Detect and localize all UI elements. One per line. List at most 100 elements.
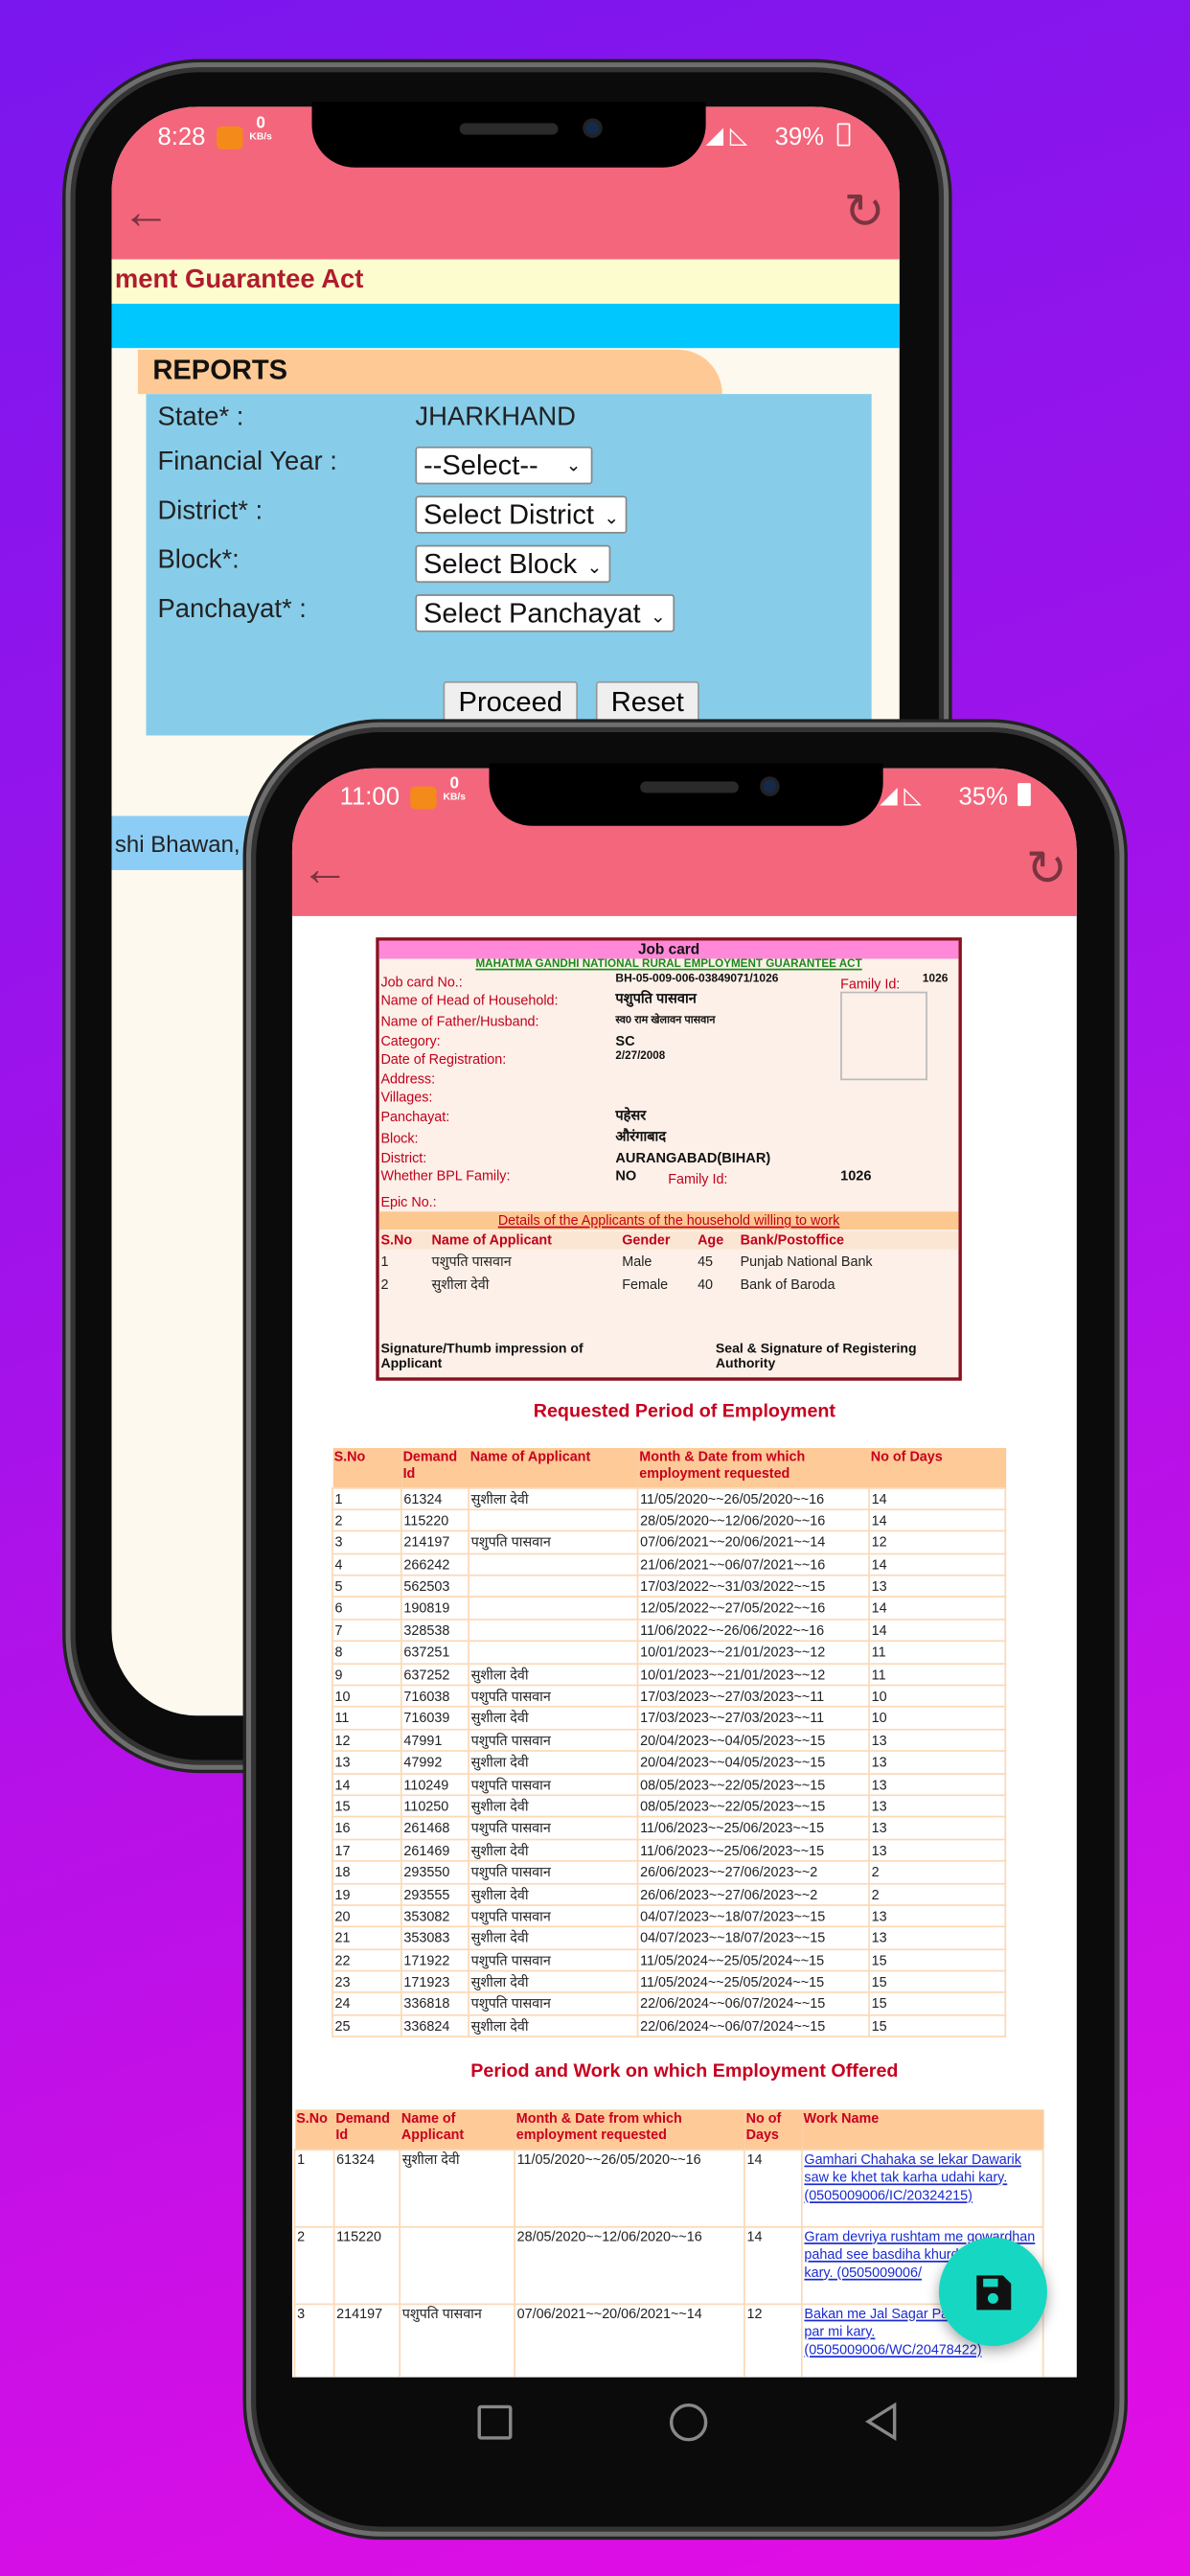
jc-value: 1026 [922,973,949,985]
table-cell: पशुपति पासवान [399,2302,515,2378]
nav-home-button[interactable] [669,2403,708,2442]
back-arrow-icon[interactable]: ← [300,844,349,894]
nav-recents-button[interactable] [477,2404,513,2440]
table-cell: सुशीला देवी [399,2148,515,2227]
table-cell: पशुपति पासवान [468,1947,639,1972]
table-cell: 13 [868,1750,1007,1775]
table-cell: 26/06/2023~~27/06/2023~~2 [636,1882,870,1906]
table-row: 3 214197 पशुपति पासवान 07/06/2021~~20/06/20… [332,1530,1007,1554]
table-cell: पशुपति पासवान [468,1860,639,1884]
signal-icon: ◢ ◺ [705,121,748,149]
table-cell: सुशीला देवी [468,1486,639,1510]
jc-label: Villages: [380,1088,433,1105]
table-cell: 22/06/2024~~06/07/2024~~15 [636,2013,870,2038]
applicant-cell: पशुपति पासवान [431,1253,512,1270]
table-row: 11 716039 सुशीला देवी 17/03/2023~~27/03/202… [332,1706,1007,1731]
panchayat-select[interactable]: Select Panchayat ⌄ [415,594,675,632]
refresh-icon[interactable]: ↻ [1026,844,1067,894]
table-row: 13 47992 सुशीला देवी 20/04/2023~~04/05/2023… [332,1750,1007,1775]
jc-label: Epic No.: [380,1193,437,1210]
applicant-cell: 1 [380,1253,389,1270]
table-cell: 17/03/2022~~31/03/2022~~15 [636,1574,870,1598]
table-cell: 19 [332,1882,402,1906]
table-cell: 716038 [400,1684,469,1709]
table-row: 8 637251 10/01/2023~~21/01/2023~~12 11 [332,1640,1007,1665]
table-cell: 14 [744,2225,803,2305]
table-cell: 13 [868,1904,1007,1928]
proceed-button[interactable]: Proceed [443,680,579,724]
table-cell: 353082 [400,1904,469,1928]
table-cell: 22/06/2024~~06/07/2024~~15 [636,1991,870,2016]
table-cell: 14 [744,2148,803,2227]
table-cell: 17 [332,1838,402,1862]
table-row: 1 61324 सुशीला देवी 11/05/2020~~26/05/2020~… [332,1486,1007,1510]
applicant-cell: Male [622,1253,652,1270]
table-cell: 10/01/2023~~21/01/2023~~12 [636,1662,870,1687]
jc-value: 1026 [840,1167,872,1184]
jc-value: औरंगाबाद [615,1127,667,1145]
block-label: Block*: [157,546,240,575]
table-cell: 110249 [400,1772,469,1797]
table-cell: 171923 [400,1969,469,1994]
jc-label: Name of Head of Household: [380,991,559,1008]
table-cell: 47992 [400,1750,469,1775]
table-cell: 9 [332,1662,402,1687]
banner-title: ment Guarantee Act [114,265,364,294]
table-header-row: S.No Demand Id Name of Applicant Month & Da… [332,1447,1006,1488]
table-cell: पशुपति पासवान [468,1816,639,1840]
table-cell: 190819 [400,1596,469,1621]
table-cell: 11/05/2020~~26/05/2020~~16 [514,2148,745,2227]
back-arrow-icon[interactable]: ← [122,188,171,238]
reset-button[interactable]: Reset [595,680,699,724]
table-cell: 13 [868,1574,1007,1598]
district-select[interactable]: Select District ⌄ [415,495,628,534]
column-header: Demand Id [333,2109,400,2150]
table-cell: 12/05/2022~~27/05/2022~~16 [636,1596,870,1621]
table-cell: 18 [332,1860,402,1884]
nav-back-button[interactable] [861,2402,901,2442]
table-cell: 21 [332,1925,402,1950]
chevron-down-icon: ⌄ [565,456,582,476]
column-header: Name of Applicant [469,1447,638,1488]
table-row: 12 47991 पशुपति पासवान 20/04/2023~~04/05/20… [332,1728,1007,1753]
table-cell: पशुपति पासवान [468,1904,639,1928]
table-cell: 12 [868,1530,1007,1554]
table-cell [468,1596,639,1621]
table-cell: 3 [293,2302,335,2378]
table-cell [399,2225,515,2305]
table-cell [468,1574,639,1598]
table-cell: Gamhari Chahaka se lekar Dawarik saw ke … [800,2148,1044,2227]
table-cell: 11/05/2024~~25/05/2024~~15 [636,1947,870,1972]
reports-title: REPORTS [152,355,288,386]
table-cell: 21/06/2021~~06/07/2021~~16 [636,1552,870,1576]
table-cell: 266242 [400,1552,469,1576]
table-cell: 328538 [400,1618,469,1643]
table-cell: 04/07/2023~~18/07/2023~~15 [636,1925,870,1950]
table-cell: 04/07/2023~~18/07/2023~~15 [636,1904,870,1928]
table-cell: 13 [332,1750,402,1775]
table-cell: 13 [868,1794,1007,1819]
table-cell [468,1618,639,1643]
save-button[interactable] [938,2237,1047,2347]
financial-year-select[interactable]: --Select-- ⌄ [415,446,593,485]
table-cell: 15 [868,1947,1007,1972]
job-card-title: Job card [378,940,959,959]
speaker [459,123,559,135]
jc-label: Family Id: [668,1170,728,1187]
status-time: 8:28 [157,123,206,151]
work-name-link[interactable]: Gamhari Chahaka se lekar Dawarik saw ke … [804,2150,1041,2204]
table-cell: 11/06/2023~~25/06/2023~~15 [636,1816,870,1840]
table-cell: 20/04/2023~~04/05/2023~~15 [636,1750,870,1775]
jc-label: Category: [380,1032,441,1049]
column-header: Demand Id [400,1447,469,1488]
table-cell: पशुपति पासवान [468,1728,639,1753]
chevron-down-icon: ⌄ [604,509,620,529]
block-select[interactable]: Select Block ⌄ [415,544,610,584]
refresh-icon[interactable]: ↻ [844,188,885,238]
table-cell: सुशीला देवी [468,1969,639,1994]
jc-value: NO [615,1167,637,1184]
chevron-down-icon: ⌄ [586,558,603,579]
signal-icon: ◢ ◺ [880,781,922,808]
battery-percent: 39% [774,123,825,151]
table-cell: 3 [332,1530,402,1554]
